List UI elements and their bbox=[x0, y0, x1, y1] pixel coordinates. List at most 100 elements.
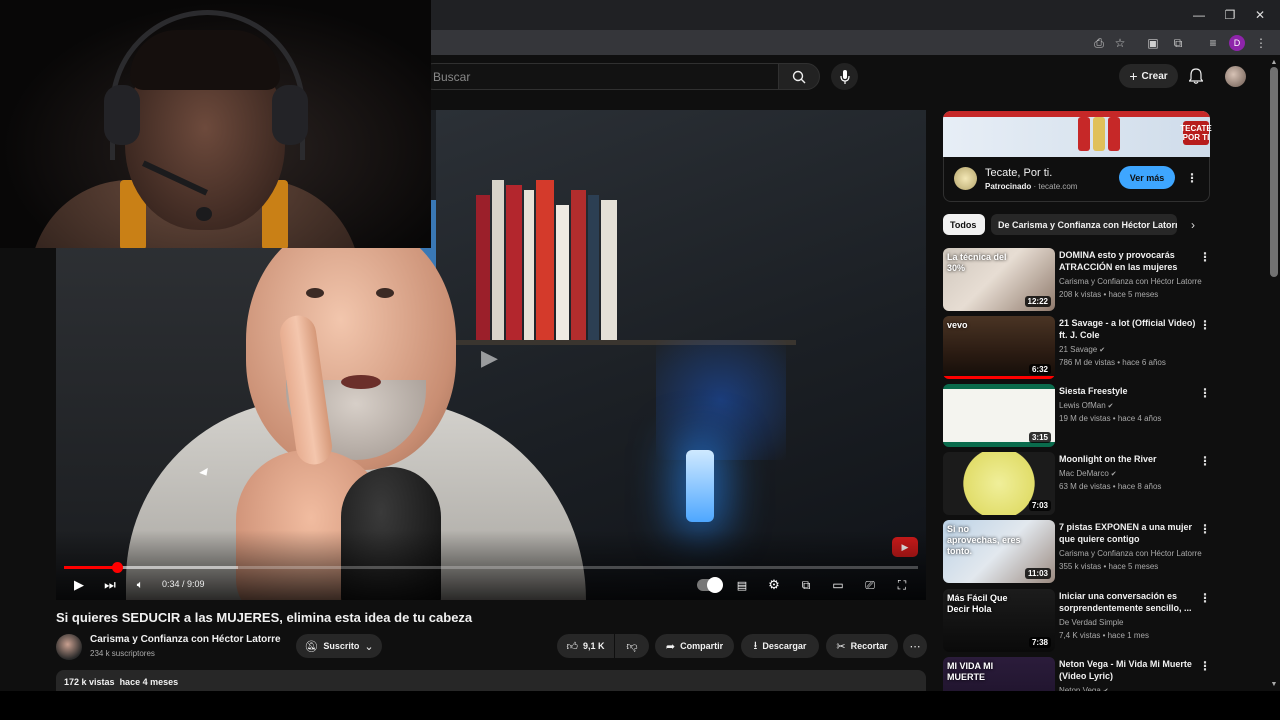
recommendation-channel[interactable]: De Verdad Simple bbox=[1059, 618, 1123, 627]
ad-banner-image[interactable] bbox=[943, 111, 1210, 157]
next-icon[interactable]: ⏭ bbox=[101, 576, 119, 594]
video-thumbnail[interactable]: 3:15 bbox=[943, 384, 1055, 447]
os-taskbar bbox=[0, 691, 1280, 720]
recommendation-item[interactable]: 7:03 Moonlight on the River Mac DeMarco ✔ 6… bbox=[943, 452, 1213, 516]
ad-can bbox=[1108, 117, 1120, 151]
recommendation-title[interactable]: DOMINA esto y provocarás ATRACCIÓN en la… bbox=[1059, 249, 1199, 273]
download-label: Descargar bbox=[762, 641, 807, 651]
recommendation-meta: 208 k vistas • hace 5 meses bbox=[1059, 290, 1159, 299]
video-thumbnail[interactable]: Si no aprovechas, eres tonto. 11:03 bbox=[943, 520, 1055, 583]
more-options-icon[interactable]: ⋮ bbox=[1199, 452, 1211, 470]
create-button[interactable]: + Crear bbox=[1119, 64, 1178, 88]
search-button[interactable] bbox=[778, 63, 820, 90]
recommendation-item[interactable]: vevo 6:32 21 Savage - a lot (Official Vide… bbox=[943, 316, 1213, 380]
video-duration: 7:03 bbox=[1028, 500, 1051, 511]
recommendation-channel[interactable]: Mac DeMarco ✔ bbox=[1059, 469, 1117, 478]
chip-all[interactable]: Todos bbox=[943, 214, 985, 235]
browser-profile-avatar[interactable]: D bbox=[1229, 35, 1245, 51]
search-input[interactable] bbox=[421, 64, 778, 89]
channel-avatar[interactable] bbox=[56, 634, 82, 660]
restore-icon[interactable]: ❐ bbox=[1215, 0, 1245, 30]
theater-mode-icon[interactable]: ▭ bbox=[829, 576, 847, 594]
video-thumbnail[interactable]: 7:03 bbox=[943, 452, 1055, 515]
more-actions-button[interactable]: ⋯ bbox=[903, 634, 927, 658]
autoplay-toggle[interactable] bbox=[697, 577, 723, 593]
recommendation-item[interactable]: 3:15 Siesta Freestyle Lewis OfMan ✔ 19 M de… bbox=[943, 384, 1213, 448]
more-options-icon[interactable]: ⋮ bbox=[1199, 384, 1211, 402]
recommendation-title[interactable]: Iniciar una conversación es sorprendente… bbox=[1059, 590, 1199, 614]
thumbnail-text: MI VIDA MI MUERTE bbox=[947, 661, 994, 682]
share-label: Compartir bbox=[680, 641, 724, 651]
cast-icon[interactable]: ⎚ bbox=[861, 576, 879, 594]
ad-more-icon[interactable]: ⋮ bbox=[1186, 169, 1198, 187]
more-options-icon[interactable]: ⋮ bbox=[1199, 316, 1211, 334]
blue-light-glow bbox=[656, 340, 786, 460]
recommendation-title[interactable]: Siesta Freestyle bbox=[1059, 385, 1199, 397]
more-options-icon[interactable]: ⋮ bbox=[1199, 520, 1211, 538]
recommendation-channel[interactable]: Lewis OfMan ✔ bbox=[1059, 401, 1114, 410]
more-options-icon[interactable]: ⋮ bbox=[1199, 248, 1211, 266]
ad-title[interactable]: Tecate, Por ti. bbox=[985, 167, 1052, 179]
download-button[interactable]: ⭳ Descargar bbox=[741, 634, 819, 658]
scroll-up-arrow-icon[interactable]: ▲ bbox=[1269, 57, 1279, 67]
headset-mic-tip bbox=[196, 207, 212, 221]
recommendation-title[interactable]: Moonlight on the River bbox=[1059, 453, 1199, 465]
bell-off-icon: 🔕︎ bbox=[304, 640, 319, 653]
webcam-overlay bbox=[0, 0, 431, 248]
video-duration: 3:15 bbox=[1028, 432, 1051, 443]
install-app-icon[interactable]: ⎙ bbox=[1090, 34, 1108, 52]
recommendation-channel[interactable]: 21 Savage ✔ bbox=[1059, 345, 1105, 354]
progress-bar[interactable] bbox=[64, 562, 918, 573]
media-controls-icon[interactable]: ≡ bbox=[1204, 34, 1222, 52]
subscribed-button[interactable]: 🔕︎ Suscrito ⌄ bbox=[296, 634, 382, 658]
recommendation-channel-name: Mac DeMarco bbox=[1059, 469, 1109, 478]
recommendation-channel[interactable]: Carisma y Confianza con Héctor Latorre bbox=[1059, 549, 1202, 558]
more-options-icon[interactable]: ⋮ bbox=[1199, 589, 1211, 607]
share-arrow-icon: ➦ bbox=[665, 640, 676, 653]
volume-icon[interactable]: 🔈︎ bbox=[131, 576, 149, 594]
account-avatar[interactable] bbox=[1225, 66, 1246, 87]
chevron-right-icon[interactable]: › bbox=[1185, 217, 1201, 233]
video-duration: 6:32 bbox=[1028, 364, 1051, 375]
description-box[interactable]: 172 k vistas hace 4 meses bbox=[56, 670, 926, 692]
ad-cta-button[interactable]: Ver más bbox=[1119, 166, 1175, 189]
center-play-icon[interactable]: ▶ bbox=[481, 345, 501, 370]
like-button[interactable]: 👍︎ 9,1 K bbox=[557, 634, 614, 658]
settings-gear-icon[interactable]: ⚙ bbox=[765, 576, 783, 594]
play-icon[interactable]: ▶ bbox=[70, 576, 88, 594]
clip-button[interactable]: ✂ Recortar bbox=[826, 634, 898, 658]
recommendation-item[interactable]: Más Fácil Que Decir Hola 7:38 Iniciar una … bbox=[943, 589, 1213, 653]
share-button[interactable]: ➦ Compartir bbox=[655, 634, 734, 658]
more-options-icon[interactable]: ⋮ bbox=[1199, 657, 1211, 675]
chip-channel[interactable]: De Carisma y Confianza con Héctor Latorr… bbox=[991, 214, 1177, 235]
bookmark-star-icon[interactable]: ☆ bbox=[1111, 34, 1129, 52]
fullscreen-icon[interactable]: ⛶ bbox=[893, 576, 911, 594]
video-thumbnail[interactable]: La técnica del 30% 12:22 bbox=[943, 248, 1055, 311]
screenshot-icon[interactable]: ▣ bbox=[1144, 34, 1162, 52]
video-thumbnail[interactable]: Más Fácil Que Decir Hola 7:38 bbox=[943, 589, 1055, 652]
browser-menu-icon[interactable]: ⋮ bbox=[1252, 34, 1270, 52]
subtitles-icon[interactable]: ▤ bbox=[733, 576, 751, 594]
recommendation-title[interactable]: 7 pistas EXPONEN a una mujer que quiere … bbox=[1059, 521, 1199, 545]
video-thumbnail[interactable]: vevo 6:32 bbox=[943, 316, 1055, 379]
dislike-button[interactable]: 👎︎ bbox=[615, 634, 649, 658]
recommendation-item[interactable]: La técnica del 30% 12:22 DOMINA esto y pro… bbox=[943, 248, 1213, 312]
extensions-icon[interactable]: ⧉ bbox=[1169, 34, 1187, 52]
recommendation-title[interactable]: Neton Vega - Mi Vida Mi Muerte (Video Ly… bbox=[1059, 658, 1199, 682]
recommendation-channel[interactable]: Carisma y Confianza con Héctor Latorre bbox=[1059, 277, 1202, 286]
minimize-icon[interactable]: — bbox=[1184, 0, 1214, 30]
voice-search-button[interactable] bbox=[831, 63, 858, 90]
recommendation-title[interactable]: 21 Savage - a lot (Official Video) ft. J… bbox=[1059, 317, 1199, 341]
progress-scrubber[interactable] bbox=[111, 562, 123, 573]
scroll-down-arrow-icon[interactable]: ▼ bbox=[1269, 679, 1279, 689]
more-horizontal-icon: ⋯ bbox=[909, 640, 921, 653]
scrollbar-thumb[interactable] bbox=[1270, 67, 1278, 277]
close-icon[interactable]: ✕ bbox=[1245, 0, 1275, 30]
miniplayer-icon[interactable]: ⧉ bbox=[797, 576, 815, 594]
recommendation-item[interactable]: Si no aprovechas, eres tonto. 11:03 7 pist… bbox=[943, 520, 1213, 584]
ad-advertiser-logo[interactable] bbox=[954, 167, 977, 190]
channel-name[interactable]: Carisma y Confianza con Héctor Latorre bbox=[90, 634, 281, 645]
notifications-bell-icon[interactable] bbox=[1186, 66, 1206, 86]
page-scrollbar[interactable]: ▲ ▼ bbox=[1268, 55, 1280, 691]
ad-banner-stripe bbox=[943, 111, 1210, 117]
